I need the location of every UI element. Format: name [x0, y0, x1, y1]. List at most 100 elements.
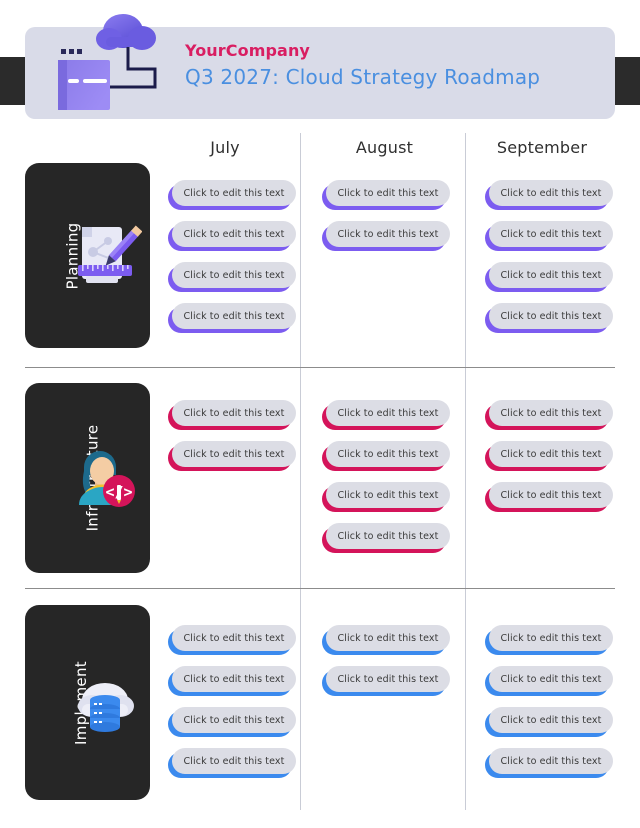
task-card-face[interactable]: Click to edit this text	[489, 262, 613, 288]
task-card-face[interactable]: Click to edit this text	[326, 221, 450, 247]
task-card-face[interactable]: Click to edit this text	[489, 625, 613, 651]
task-card-label: Click to edit this text	[500, 448, 602, 460]
row-label-card-implement[interactable]: Implement	[25, 605, 150, 800]
task-card-face[interactable]: Click to edit this text	[326, 523, 450, 549]
column-header-september: September	[496, 138, 588, 157]
task-card-label: Click to edit this text	[183, 632, 285, 644]
column-header-august: August	[355, 138, 414, 157]
task-card-face[interactable]: Click to edit this text	[489, 400, 613, 426]
task-card[interactable]: Click to edit this text	[322, 400, 450, 430]
task-card-label: Click to edit this text	[500, 489, 602, 501]
task-card-label: Click to edit this text	[183, 673, 285, 685]
task-card-face[interactable]: Click to edit this text	[172, 303, 296, 329]
task-card-face[interactable]: Click to edit this text	[172, 707, 296, 733]
task-card-label: Click to edit this text	[500, 673, 602, 685]
task-card[interactable]: Click to edit this text	[168, 666, 296, 696]
cloud-folder-icon	[45, 5, 190, 119]
task-card-label: Click to edit this text	[183, 228, 285, 240]
task-card[interactable]: Click to edit this text	[168, 221, 296, 251]
task-card-face[interactable]: Click to edit this text	[489, 707, 613, 733]
task-card-face[interactable]: Click to edit this text	[489, 666, 613, 692]
task-card[interactable]: Click to edit this text	[322, 625, 450, 655]
task-card-face[interactable]: Click to edit this text	[489, 748, 613, 774]
task-card-face[interactable]: Click to edit this text	[172, 748, 296, 774]
task-card[interactable]: Click to edit this text	[485, 748, 613, 778]
task-card-label: Click to edit this text	[183, 448, 285, 460]
column-separator-1	[300, 133, 301, 810]
task-card-face[interactable]: Click to edit this text	[172, 180, 296, 206]
developer-code-badge-icon: </>	[68, 441, 142, 515]
header-text-block: YourCompany Q3 2027: Cloud Strategy Road…	[185, 41, 540, 89]
task-card-label: Click to edit this text	[337, 489, 439, 501]
task-card[interactable]: Click to edit this text	[485, 221, 613, 251]
task-card[interactable]: Click to edit this text	[485, 262, 613, 292]
task-card[interactable]: Click to edit this text	[168, 625, 296, 655]
task-card[interactable]: Click to edit this text	[168, 400, 296, 430]
task-card[interactable]: Click to edit this text	[485, 441, 613, 471]
task-card[interactable]: Click to edit this text	[168, 441, 296, 471]
task-card[interactable]: Click to edit this text	[485, 303, 613, 333]
task-card-label: Click to edit this text	[500, 755, 602, 767]
task-card-face[interactable]: Click to edit this text	[172, 221, 296, 247]
column-separator-2	[465, 133, 466, 810]
task-card-label: Click to edit this text	[337, 228, 439, 240]
task-card[interactable]: Click to edit this text	[322, 523, 450, 553]
task-card-label: Click to edit this text	[183, 407, 285, 419]
task-card-label: Click to edit this text	[500, 269, 602, 281]
task-card[interactable]: Click to edit this text	[322, 482, 450, 512]
row-label-card-planning[interactable]: Planning	[25, 163, 150, 348]
task-card[interactable]: Click to edit this text	[485, 625, 613, 655]
task-card-label: Click to edit this text	[337, 187, 439, 199]
task-card-label: Click to edit this text	[500, 632, 602, 644]
task-card-label: Click to edit this text	[500, 407, 602, 419]
task-card[interactable]: Click to edit this text	[168, 303, 296, 333]
task-card-face[interactable]: Click to edit this text	[326, 666, 450, 692]
task-card-label: Click to edit this text	[500, 714, 602, 726]
task-card[interactable]: Click to edit this text	[485, 707, 613, 737]
task-card-label: Click to edit this text	[337, 530, 439, 542]
task-card[interactable]: Click to edit this text	[168, 262, 296, 292]
task-card-face[interactable]: Click to edit this text	[172, 262, 296, 288]
task-card[interactable]: Click to edit this text	[168, 707, 296, 737]
task-card[interactable]: Click to edit this text	[322, 180, 450, 210]
task-card[interactable]: Click to edit this text	[485, 666, 613, 696]
task-card[interactable]: Click to edit this text	[485, 400, 613, 430]
task-card-face[interactable]: Click to edit this text	[489, 221, 613, 247]
task-card[interactable]: Click to edit this text	[485, 482, 613, 512]
task-card-face[interactable]: Click to edit this text	[326, 441, 450, 467]
header: YourCompany Q3 2027: Cloud Strategy Road…	[0, 0, 640, 130]
task-card-face[interactable]: Click to edit this text	[489, 303, 613, 329]
task-card[interactable]: Click to edit this text	[322, 221, 450, 251]
task-card-face[interactable]: Click to edit this text	[172, 666, 296, 692]
task-card-face[interactable]: Click to edit this text	[326, 482, 450, 508]
task-card-label: Click to edit this text	[500, 187, 602, 199]
task-card-face[interactable]: Click to edit this text	[489, 180, 613, 206]
document-pencil-ruler-icon	[68, 219, 143, 293]
row-separator-1	[25, 367, 615, 368]
task-card-label: Click to edit this text	[183, 269, 285, 281]
cloud-database-icon	[68, 666, 142, 740]
task-card-face[interactable]: Click to edit this text	[326, 625, 450, 651]
task-card-label: Click to edit this text	[337, 407, 439, 419]
task-card[interactable]: Click to edit this text	[168, 748, 296, 778]
task-card-face[interactable]: Click to edit this text	[326, 180, 450, 206]
task-card[interactable]: Click to edit this text	[168, 180, 296, 210]
row-separator-2	[25, 588, 615, 589]
task-card[interactable]: Click to edit this text	[322, 666, 450, 696]
task-card-face[interactable]: Click to edit this text	[172, 625, 296, 651]
task-card-face[interactable]: Click to edit this text	[489, 482, 613, 508]
task-card-face[interactable]: Click to edit this text	[172, 441, 296, 467]
row-label-card-infrastructure[interactable]: Infrastructure </>	[25, 383, 150, 573]
task-card[interactable]: Click to edit this text	[485, 180, 613, 210]
task-card-face[interactable]: Click to edit this text	[326, 400, 450, 426]
task-card-label: Click to edit this text	[500, 228, 602, 240]
task-card-label: Click to edit this text	[337, 448, 439, 460]
task-card-face[interactable]: Click to edit this text	[172, 400, 296, 426]
task-card-label: Click to edit this text	[183, 187, 285, 199]
task-card-label: Click to edit this text	[183, 310, 285, 322]
task-card[interactable]: Click to edit this text	[322, 441, 450, 471]
task-card-face[interactable]: Click to edit this text	[489, 441, 613, 467]
page-title: Q3 2027: Cloud Strategy Roadmap	[185, 65, 541, 90]
column-header-july: July	[210, 138, 240, 157]
task-card-label: Click to edit this text	[183, 714, 285, 726]
